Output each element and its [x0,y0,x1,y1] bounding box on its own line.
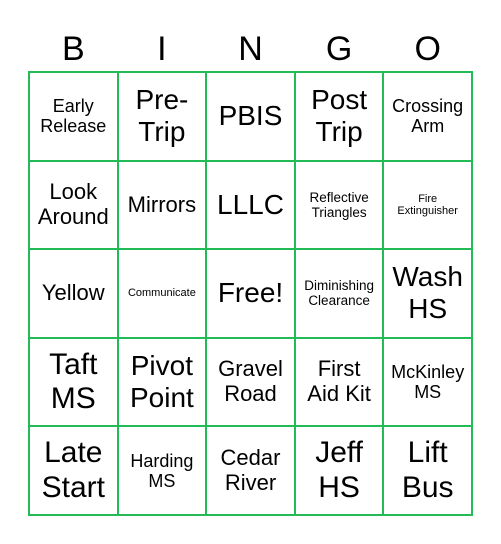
bingo-cell[interactable]: Mirrors [117,160,207,250]
bingo-card-grid: Early Release Pre- Trip PBIS Post Trip C… [28,71,473,516]
bingo-cell[interactable]: Reflective Triangles [294,160,384,250]
bingo-cell[interactable]: Fire Extinguisher [383,160,472,250]
bingo-cell[interactable]: Pivot Point [117,337,207,427]
bingo-cell[interactable]: Taft MS [29,337,118,427]
bingo-cell[interactable]: Post Trip [294,72,384,161]
bingo-cell[interactable]: Cedar River [206,426,295,515]
header-letter-o: O [414,30,441,68]
bingo-cell[interactable]: First Aid Kit [294,337,384,427]
bingo-cell[interactable]: Crossing Arm [383,72,472,161]
free-space-cell[interactable]: Free! [206,249,295,338]
header-letter-n: N [238,30,263,68]
bingo-cell[interactable]: Late Start [29,426,118,515]
bingo-cell[interactable]: Look Around [29,160,118,250]
bingo-header: B I N G O [29,26,472,72]
bingo-cell[interactable]: Diminishing Clearance [294,249,384,338]
header-letter-b: B [61,30,85,68]
bingo-cell[interactable]: Jeff HS [294,426,384,515]
bingo-cell[interactable]: Gravel Road [206,337,295,427]
bingo-cell[interactable]: Early Release [29,72,118,161]
bingo-cell[interactable]: Yellow [29,249,118,338]
header-letter-g: G [325,30,353,68]
bingo-cell[interactable]: Wash HS [383,249,472,338]
bingo-cell[interactable]: Pre- Trip [117,72,207,161]
bingo-cell[interactable]: McKinley MS [383,337,472,427]
bingo-cell[interactable]: Lift Bus [383,426,472,515]
bingo-cell[interactable]: PBIS [206,72,295,161]
bingo-cell[interactable]: Harding MS [117,426,207,515]
bingo-cell[interactable]: LLLC [206,160,295,250]
header-letter-i: I [157,30,167,68]
bingo-cell[interactable]: Communicate [117,249,207,338]
